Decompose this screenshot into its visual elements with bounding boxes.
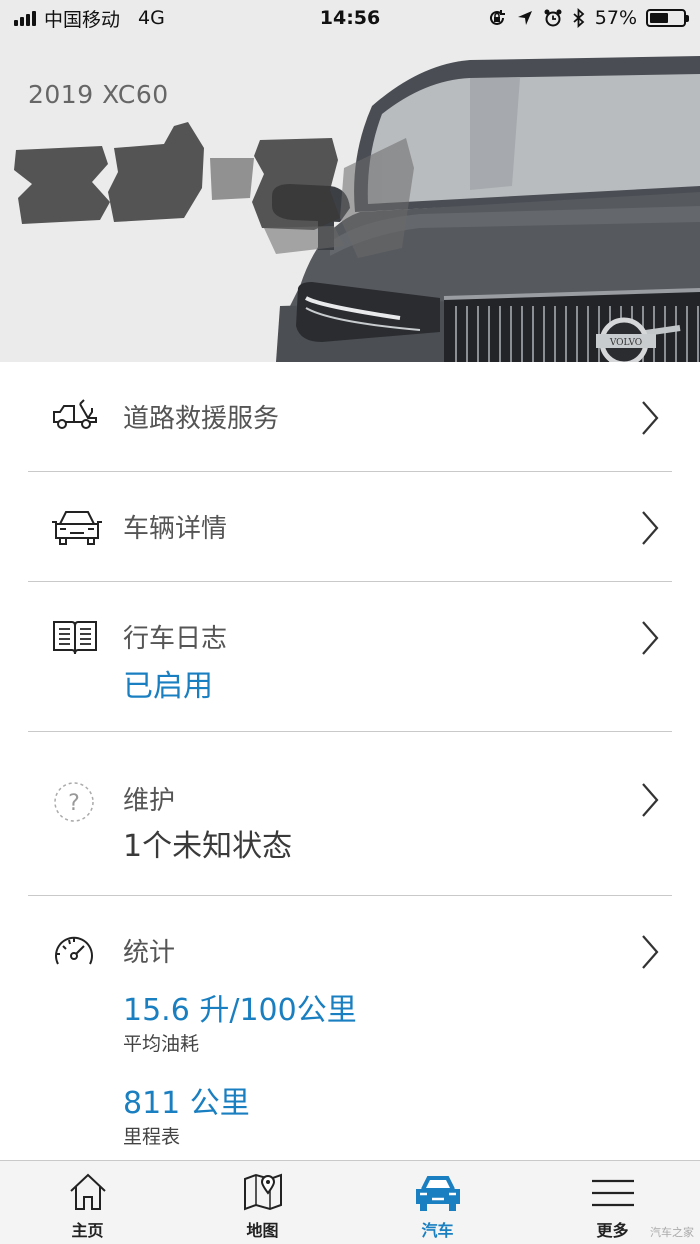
fuel-consumption-value: 15.6 升/100公里 [123,993,357,1028]
tab-more-label: 更多 [596,1221,629,1240]
vehicle-details-row[interactable]: 车辆详情 [28,472,672,582]
roadside-assistance-row[interactable]: 道路救援服务 [28,362,672,472]
chevron-right-icon [642,401,659,435]
bottom-tab-bar: 主页 地图 汽车 更多 汽车之家 [0,1160,700,1244]
bluetooth-icon [573,8,585,28]
car-icon [415,1176,460,1211]
chevron-right-icon [642,621,659,655]
battery-icon [646,9,689,27]
watermark: 汽车之家 [650,1226,694,1239]
speedometer-icon [55,936,93,965]
odometer-label: 里程表 [123,1126,181,1148]
question-circle-icon: ? [54,782,94,822]
chevron-right-icon [642,783,659,817]
redacted-scribble [14,122,414,258]
rotation-lock-icon [489,10,505,25]
home-icon [69,1173,106,1210]
roadside-assistance-label: 道路救援服务 [123,404,280,434]
svg-text:?: ? [68,791,80,816]
tab-map-label: 地图 [246,1221,279,1240]
odometer-value: 811 公里 [123,1086,250,1121]
tab-home[interactable]: 主页 [0,1161,175,1244]
map-icon [243,1173,282,1211]
car-front-icon [52,511,102,545]
chevron-right-icon [642,511,659,545]
network-type: 4G [138,7,165,29]
fuel-consumption-label: 平均油耗 [123,1033,200,1055]
tab-home-label: 主页 [71,1221,104,1240]
carrier-name: 中国移动 [44,8,121,31]
battery-percent: 57% [594,7,637,29]
driving-journal-label: 行车日志 [123,624,228,654]
vehicle-menu: 道路救援服务 车辆详情 行车日志 已启用 ? 维护 1个未知状态 统计 15.6… [0,362,700,1158]
status-bar: 中国移动 4G 14:56 57% [0,0,700,36]
tab-car[interactable]: 汽车 [350,1161,525,1244]
location-arrow-icon [517,11,532,25]
menu-icon [591,1179,634,1207]
vehicle-details-label: 车辆详情 [123,514,228,544]
maintenance-status: 1个未知状态 [123,829,293,864]
signal-icon [14,10,36,26]
driving-journal-row[interactable]: 行车日志 已启用 [28,582,672,732]
tow-truck-icon [53,399,97,429]
alarm-icon [544,9,562,27]
maintenance-label: 维护 [123,786,176,816]
tab-map[interactable]: 地图 [175,1161,350,1244]
chevron-right-icon [642,935,659,969]
badge-text: VOLVO [609,338,642,348]
vehicle-hero-image: VOLVO 2019 XC60 [0,36,700,362]
driving-journal-status: 已启用 [123,669,213,704]
statistics-label: 统计 [123,938,176,968]
tab-car-label: 汽车 [421,1221,454,1240]
maintenance-row[interactable]: ? 维护 1个未知状态 [28,732,672,896]
statistics-row[interactable]: 统计 15.6 升/100公里 平均油耗 811 公里 里程表 [28,896,672,1158]
logbook-icon [53,621,97,655]
